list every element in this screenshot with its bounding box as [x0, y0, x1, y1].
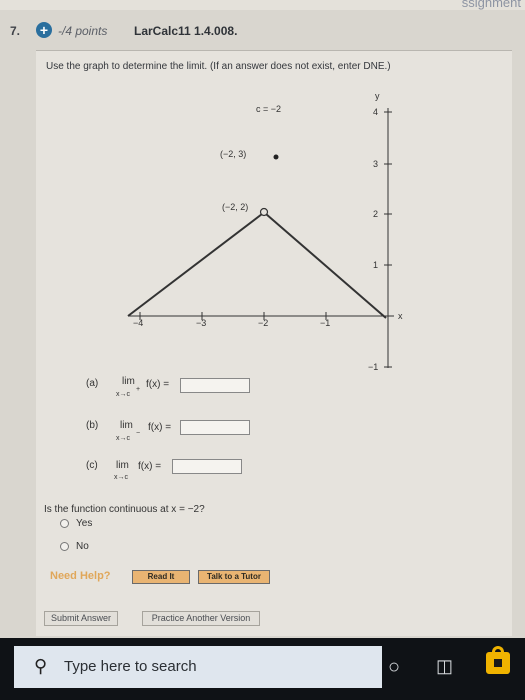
- fx-text: f(x) =: [138, 461, 162, 472]
- point-open-label: (−2, 2): [222, 202, 248, 212]
- right-segment: [265, 213, 387, 319]
- task-view-icon[interactable]: ◫: [436, 656, 453, 677]
- part-label: (c): [86, 460, 98, 471]
- answer-input-b[interactable]: [180, 420, 250, 435]
- x-tick-label: −1: [320, 318, 330, 328]
- point-filled-label: (−2, 3): [220, 149, 246, 159]
- read-it-button[interactable]: Read It: [132, 570, 190, 584]
- cortana-icon[interactable]: ○: [388, 656, 400, 679]
- radio-no[interactable]: [60, 542, 69, 551]
- taskbar-search-box[interactable]: ⚲ Type here to search: [14, 646, 382, 688]
- x-tick-label: −2: [258, 318, 268, 328]
- y-axis-label: y: [375, 91, 380, 101]
- y-tick-label: 3: [373, 159, 378, 169]
- practice-another-version-button[interactable]: Practice Another Version: [142, 611, 260, 626]
- lim-superscript: +: [136, 386, 141, 393]
- filled-point: [273, 154, 279, 160]
- y-tick-label: 1: [373, 260, 378, 270]
- part-label: (b): [86, 420, 99, 431]
- fx-text: f(x) =: [148, 422, 172, 433]
- x-axis-label: x: [398, 311, 403, 321]
- left-segment: [127, 213, 263, 317]
- answer-input-a[interactable]: [180, 378, 250, 393]
- part-label: (a): [86, 378, 99, 389]
- lim-subscript: x→c: [116, 435, 130, 442]
- radio-no-label: No: [76, 541, 89, 552]
- radio-yes[interactable]: [60, 519, 69, 528]
- store-icon-inner: [494, 659, 502, 667]
- lim-superscript: −: [136, 430, 141, 437]
- radio-yes-label: Yes: [76, 518, 93, 529]
- lim-text: lim: [122, 376, 135, 387]
- fx-text: f(x) =: [146, 379, 170, 390]
- lim-text: lim: [116, 460, 129, 471]
- submit-answer-button[interactable]: Submit Answer: [44, 611, 118, 626]
- x-tick-label: −4: [133, 318, 143, 328]
- need-help-label: Need Help?: [50, 570, 111, 582]
- answer-input-c[interactable]: [172, 459, 242, 474]
- y-tick-label: 2: [373, 209, 378, 219]
- y-tick-label: −1: [368, 362, 378, 372]
- function-graph: c = −2 (−2, 3) (−2, 2) x y −4 −3 −2 −1 4…: [127, 91, 403, 372]
- c-label: c = −2: [256, 104, 281, 114]
- lim-subscript: x→c: [114, 474, 128, 481]
- lim-text: lim: [120, 420, 133, 431]
- open-point: [259, 207, 269, 217]
- y-tick-label: 4: [373, 107, 378, 117]
- talk-to-tutor-button[interactable]: Talk to a Tutor: [198, 570, 270, 584]
- store-icon[interactable]: [486, 646, 510, 674]
- search-placeholder: Type here to search: [64, 658, 197, 675]
- taskbar: ⚲ Type here to search ○ ◫: [0, 638, 525, 700]
- lim-subscript: x→c: [116, 391, 130, 398]
- continuity-question: Is the function continuous at x = −2?: [44, 504, 205, 515]
- search-icon: ⚲: [34, 656, 48, 676]
- x-tick-label: −3: [196, 318, 206, 328]
